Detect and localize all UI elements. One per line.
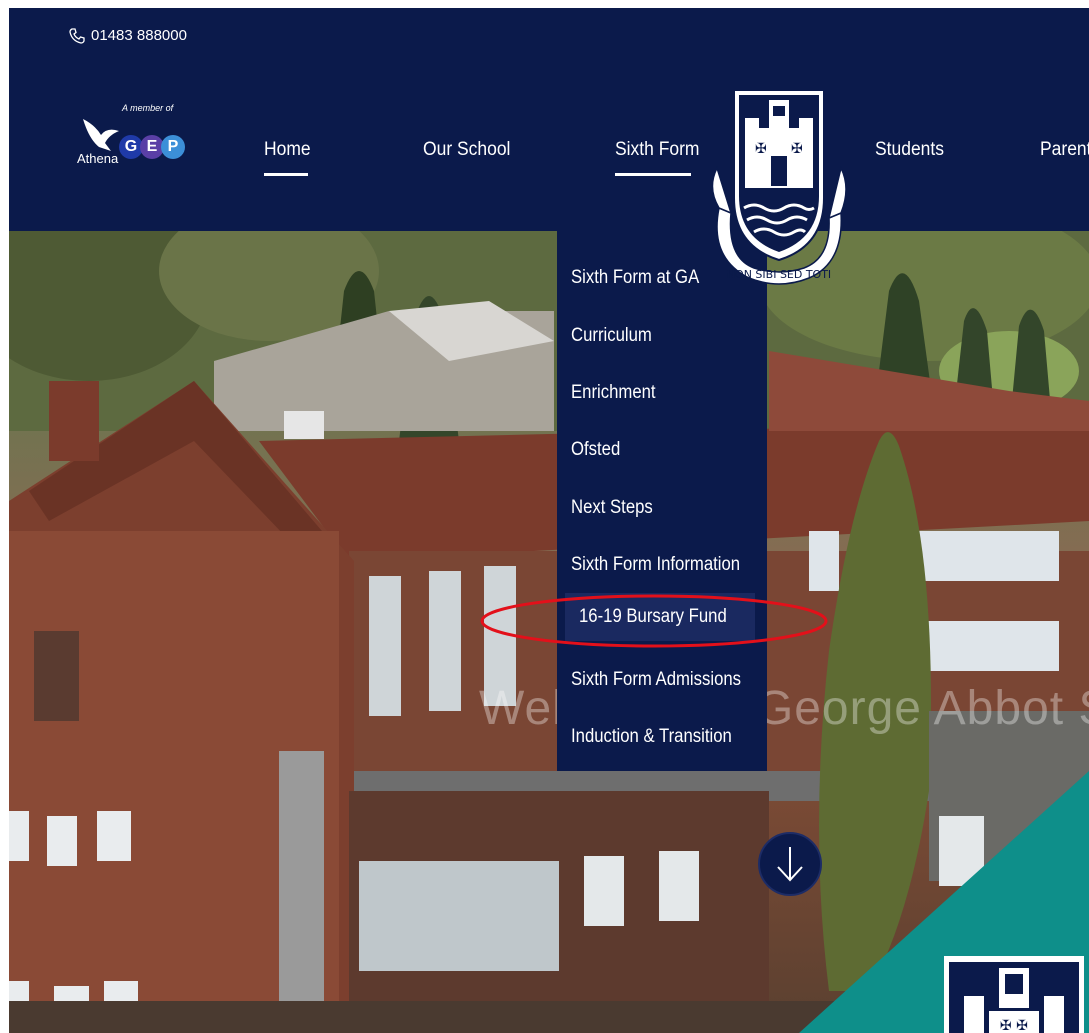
dropdown-item-next-steps[interactable]: Next Steps: [557, 484, 767, 532]
dropdown-item-enrichment[interactable]: Enrichment: [557, 369, 767, 417]
logo-athena-text: Athena: [77, 151, 119, 166]
phone-link[interactable]: 01483 888000: [69, 27, 187, 44]
school-crest-icon[interactable]: NON SIBI SED TOTI ✠ ✠: [709, 78, 849, 293]
svg-text:✠: ✠: [755, 141, 767, 157]
site-header: 01483 888000 A member of Athena G E P Ho…: [9, 8, 1089, 231]
nav-home[interactable]: Home: [264, 139, 311, 161]
scroll-down-button[interactable]: [758, 832, 822, 896]
footer-crest-icon: ✠ ✠: [944, 956, 1084, 1033]
dropdown-item-induction-transition[interactable]: Induction & Transition: [557, 713, 767, 761]
phone-icon: [69, 27, 85, 44]
dropdown-item-sixth-form-admissions[interactable]: Sixth Form Admissions: [557, 656, 767, 704]
nav-students[interactable]: Students: [875, 139, 944, 161]
arrow-down-icon: [777, 847, 803, 882]
gep-logo[interactable]: A member of Athena G E P: [77, 103, 207, 183]
crest-motto: NON SIBI SED TOTI: [727, 268, 831, 281]
nav-our-school[interactable]: Our School: [423, 139, 510, 161]
highlight-ring: [480, 594, 828, 648]
logo-gep-letters: G E P: [119, 135, 185, 159]
dropdown-item-ofsted[interactable]: Ofsted: [557, 426, 767, 474]
logo-letter-p: P: [161, 135, 185, 159]
page: Welcome to George Abbot School ✠ ✠: [9, 8, 1089, 1033]
nav-sixth-form-underline: [615, 173, 691, 176]
eagle-icon: [83, 119, 119, 151]
nav-parents[interactable]: Parents: [1040, 139, 1089, 161]
nav-home-underline: [264, 173, 308, 176]
dropdown-item-curriculum[interactable]: Curriculum: [557, 312, 767, 360]
nav-sixth-form[interactable]: Sixth Form: [615, 139, 700, 161]
svg-text:✠: ✠: [791, 141, 803, 157]
phone-number: 01483 888000: [91, 27, 187, 44]
logo-member-text: A member of: [122, 103, 174, 113]
svg-text:✠ ✠: ✠ ✠: [1000, 1018, 1028, 1033]
sixth-form-dropdown: Sixth Form at GA Curriculum Enrichment O…: [557, 231, 767, 771]
dropdown-item-sixth-form-information[interactable]: Sixth Form Information: [557, 541, 767, 589]
